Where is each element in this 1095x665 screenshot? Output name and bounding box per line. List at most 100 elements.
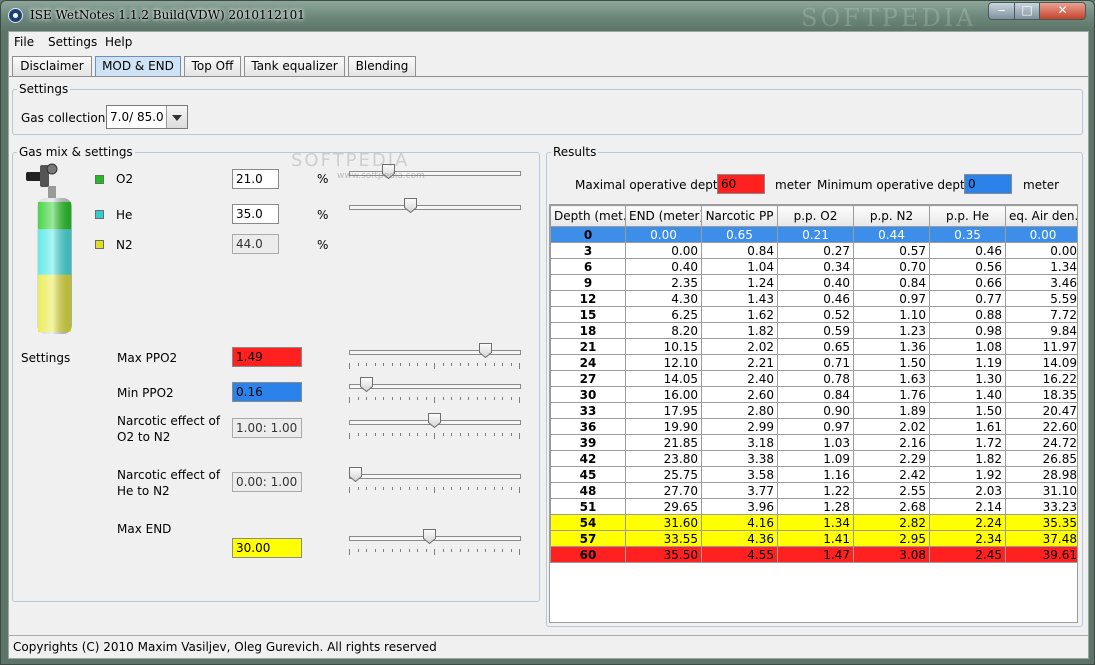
narcotic-he-slider[interactable] (349, 467, 521, 499)
o2-input[interactable]: 21.0 (232, 169, 279, 189)
results-group: Results Maximal operative depth 60 meter… (546, 145, 1083, 627)
title-bar[interactable]: ISE WetNotes 1.1.2 Build(VDW) 2010112101… (1, 1, 1094, 32)
maximize-button[interactable]: □ (1014, 2, 1040, 20)
table-row[interactable]: 36 19.90 2.99 0.97 2.02 1.61 22.60 (550, 418, 1077, 435)
table-row[interactable]: 15 6.25 1.62 0.52 1.10 0.88 7.72 (550, 306, 1077, 323)
table-row[interactable]: 18 8.20 1.82 0.59 1.23 0.98 9.84 (550, 322, 1077, 339)
table-row[interactable]: 39 21.85 3.18 1.03 2.16 1.72 24.72 (550, 434, 1077, 451)
narcotic-o2-slider[interactable] (349, 413, 521, 445)
slider-thumb[interactable] (404, 198, 417, 213)
table-cell: 60 (550, 546, 626, 563)
table-cell: 3.58 (701, 466, 778, 483)
results-table: Depth (met... END (meter) Narcotic PP p.… (550, 205, 1077, 563)
table-cell: 2.14 (929, 498, 1006, 515)
menu-file[interactable]: File (14, 35, 34, 49)
col-header-pp-he[interactable]: p.p. He (929, 205, 1006, 227)
max-ppo2-slider[interactable] (349, 343, 521, 375)
max-ppo2-field[interactable]: 1.49 (232, 347, 302, 367)
col-header-depth[interactable]: Depth (met... (550, 205, 626, 227)
col-header-end[interactable]: END (meter) (625, 205, 702, 227)
narcotic-o2-label-line1: Narcotic effect of (117, 414, 221, 428)
table-cell: 1.50 (929, 402, 1006, 419)
table-cell: 2.95 (853, 530, 930, 547)
table-row[interactable]: 57 33.55 4.36 1.41 2.95 2.34 37.48 (550, 530, 1077, 547)
col-header-pp-n2[interactable]: p.p. N2 (853, 205, 930, 227)
slider-thumb[interactable] (360, 377, 373, 392)
slider-thumb[interactable] (423, 529, 436, 544)
table-cell: 0.40 (777, 274, 854, 291)
col-header-pp-o2[interactable]: p.p. O2 (777, 205, 854, 227)
slider-track[interactable] (349, 350, 521, 355)
table-row[interactable]: 24 12.10 2.21 0.71 1.50 1.19 14.09 (550, 354, 1077, 371)
table-row[interactable]: 3 0.00 0.84 0.27 0.57 0.46 0.00 (550, 242, 1077, 259)
table-cell: 4.55 (701, 546, 778, 563)
slider-thumb[interactable] (349, 467, 362, 482)
table-cell: 12 (550, 290, 626, 307)
narcotic-he-field: 0.00: 1.00 (232, 472, 302, 492)
table-row[interactable]: 12 4.30 1.43 0.46 0.97 0.77 5.59 (550, 290, 1077, 307)
max-end-field[interactable]: 30.00 (232, 538, 302, 558)
table-cell: 1.36 (853, 338, 930, 355)
slider-track[interactable] (349, 474, 521, 479)
table-cell: 22.60 (1005, 418, 1077, 435)
table-cell: 0.34 (777, 258, 854, 275)
close-button[interactable]: ✕ (1039, 2, 1086, 20)
table-row[interactable]: 0 0.00 0.65 0.21 0.44 0.35 0.00 (550, 226, 1077, 243)
gas-collection-select[interactable]: 7.0/ 85.0 (106, 105, 188, 129)
max-end-label: Max END (117, 522, 172, 536)
n2-readonly-field: 44.0 (232, 234, 279, 254)
table-cell: 0.35 (929, 226, 1006, 243)
table-cell: 18 (550, 322, 626, 339)
slider-ticks (349, 433, 521, 439)
table-cell: 3.46 (1005, 274, 1077, 291)
table-row[interactable]: 9 2.35 1.24 0.40 0.84 0.66 3.46 (550, 274, 1077, 291)
table-row[interactable]: 60 35.50 4.55 1.47 3.08 2.45 39.61 (550, 546, 1077, 563)
tab-blending[interactable]: Blending (348, 56, 416, 76)
table-cell: 2.29 (853, 450, 930, 467)
table-cell: 36 (550, 418, 626, 435)
o2-color-icon (95, 175, 104, 184)
slider-thumb[interactable] (479, 343, 492, 358)
tab-mod-end[interactable]: MOD & END (95, 56, 181, 77)
table-cell: 2.55 (853, 482, 930, 499)
he-label: He (116, 208, 133, 222)
narcotic-he-label-line2: He to N2 (117, 484, 170, 498)
min-ppo2-field[interactable]: 0.16 (232, 382, 302, 402)
min-ppo2-slider[interactable] (349, 377, 521, 409)
table-row[interactable]: 27 14.05 2.40 0.78 1.63 1.30 16.22 (550, 370, 1077, 387)
table-row[interactable]: 45 25.75 3.58 1.16 2.42 1.92 28.98 (550, 466, 1077, 483)
table-cell: 8.20 (625, 322, 702, 339)
slider-track[interactable] (349, 205, 521, 210)
table-row[interactable]: 30 16.00 2.60 0.84 1.76 1.40 18.35 (550, 386, 1077, 403)
menu-help[interactable]: Help (105, 35, 132, 49)
slider-ticks (349, 487, 521, 493)
table-cell: 1.76 (853, 386, 930, 403)
table-row[interactable]: 21 10.15 2.02 0.65 1.36 1.08 11.97 (550, 338, 1077, 355)
col-header-eq-air-density[interactable]: eq. Air den... (1005, 205, 1077, 227)
tab-disclaimer[interactable]: Disclaimer (12, 56, 92, 76)
table-row[interactable]: 54 31.60 4.16 1.34 2.82 2.24 35.35 (550, 514, 1077, 531)
tab-top-off[interactable]: Top Off (184, 56, 241, 76)
table-cell: 1.61 (929, 418, 1006, 435)
tab-tank-equalizer[interactable]: Tank equalizer (244, 56, 345, 76)
slider-thumb[interactable] (428, 413, 441, 428)
table-row[interactable]: 48 27.70 3.77 1.22 2.55 2.03 31.10 (550, 482, 1077, 499)
he-input[interactable]: 35.0 (232, 204, 279, 224)
minimize-button[interactable]: ‒ (988, 2, 1015, 20)
slider-ticks (349, 363, 521, 369)
table-row[interactable]: 51 29.65 3.96 1.28 2.68 2.14 33.23 (550, 498, 1077, 515)
table-cell: 0.65 (777, 338, 854, 355)
chevron-down-icon[interactable] (166, 106, 187, 128)
menu-settings[interactable]: Settings (48, 35, 97, 49)
table-cell: 2.60 (701, 386, 778, 403)
he-slider[interactable] (349, 198, 521, 230)
table-row[interactable]: 42 23.80 3.38 1.09 2.29 1.82 26.85 (550, 450, 1077, 467)
table-row[interactable]: 6 0.40 1.04 0.34 0.70 0.56 1.34 (550, 258, 1077, 275)
table-row[interactable]: 33 17.95 2.80 0.90 1.89 1.50 20.47 (550, 402, 1077, 419)
table-cell: 1.40 (929, 386, 1006, 403)
he-color-icon (95, 210, 104, 219)
slider-track[interactable] (349, 384, 521, 389)
table-cell: 0.52 (777, 306, 854, 323)
col-header-narcotic-pp[interactable]: Narcotic PP (701, 205, 778, 227)
max-end-slider[interactable] (349, 529, 521, 561)
